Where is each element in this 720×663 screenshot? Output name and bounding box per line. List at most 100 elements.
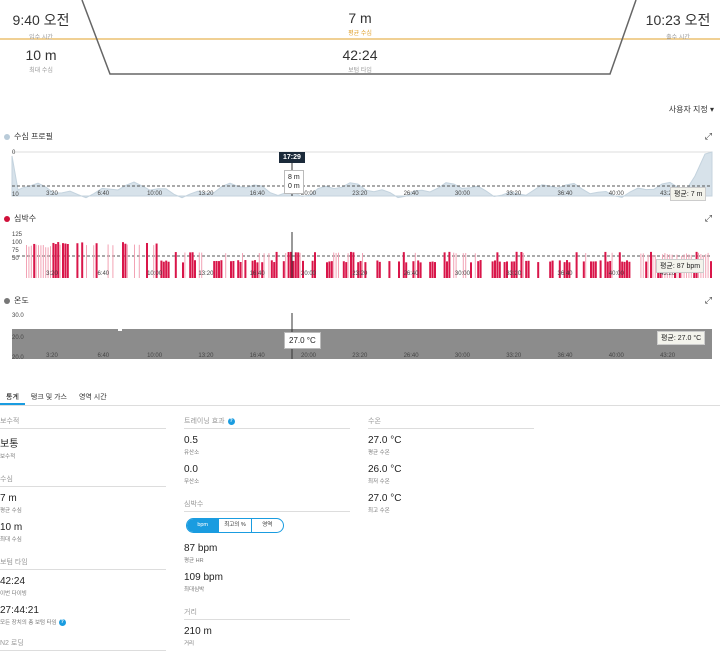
heart-rate-chart[interactable]: 125 100 75 50 3:20 6:40 10:00 13:20 16:40 20:00 23… xyxy=(0,228,720,282)
hr-y-tick: 100 xyxy=(12,240,23,246)
hr-bar xyxy=(28,246,30,278)
help-icon[interactable]: ? xyxy=(227,417,235,425)
hr-bar xyxy=(124,243,127,278)
avg-depth-label: 평균 수심 xyxy=(348,31,372,37)
tab-tanks-gases[interactable]: 탱크 및 가스 xyxy=(25,388,73,405)
hr-bar xyxy=(122,242,124,278)
hr-bar xyxy=(167,261,170,278)
hr-x-tick: 33:20 xyxy=(506,271,522,277)
depth-heading: 수심 xyxy=(0,474,166,487)
depth-y-bottom: 10 xyxy=(12,192,19,198)
hr-bar xyxy=(225,253,227,278)
hr-bar xyxy=(345,262,348,278)
hr-bar xyxy=(189,252,192,278)
hr-bar xyxy=(434,262,436,278)
depth-chart-title-text: 수심 프로필 xyxy=(14,132,54,141)
hr-bar xyxy=(650,251,652,278)
hr-bar xyxy=(496,252,499,278)
hr-avg-label: 평균: 87 bpm xyxy=(656,259,705,273)
hr-bar xyxy=(285,253,287,278)
hr-bar xyxy=(549,261,552,278)
hr-legend-dot xyxy=(4,215,10,222)
conservatism-label: 보수적 xyxy=(0,454,16,460)
temp-x-tick: 3:20 xyxy=(46,353,58,359)
temp-chart-title-text: 온도 xyxy=(14,296,29,305)
bottom-time-heading: 보텀 타임 xyxy=(0,557,166,570)
hr-bar xyxy=(59,244,61,278)
min-water-temp-value: 26.0 °C xyxy=(368,464,402,475)
hr-bar xyxy=(244,260,247,278)
depth-tooltip-line2: 0 m xyxy=(288,183,300,190)
entry-time: 9:40 오전 입수 시간 xyxy=(6,10,76,41)
hr-bar xyxy=(592,261,595,278)
hr-toggle-bpm[interactable]: bpm xyxy=(187,519,220,532)
temperature-chart[interactable]: 30.0 20.0 20.0 3:20 6:40 10:00 13:20 16:40 20:00… xyxy=(0,309,720,363)
depth-tooltip: 8 m 0 m xyxy=(284,170,304,194)
entry-time-value: 9:40 오전 xyxy=(12,12,70,28)
hr-bar xyxy=(93,245,95,278)
depth-x-tick: 3:20 xyxy=(46,191,58,197)
max-water-temp-label: 최고 수온 xyxy=(368,508,390,514)
hr-bar xyxy=(230,261,232,278)
hr-bar xyxy=(551,260,554,278)
max-depth-value: 10 m xyxy=(25,47,57,63)
aerobic-stat: 0.5 유산소 xyxy=(184,435,350,456)
hr-bar xyxy=(707,252,709,278)
stats-tabs: 통계 탱크 및 가스 영역 시간 xyxy=(0,388,720,406)
max-water-temp-stat: 27.0 °C 최고 수온 xyxy=(368,493,534,514)
hr-bar xyxy=(126,244,128,278)
hr-y-tick: 75 xyxy=(12,248,19,254)
hr-bar xyxy=(522,252,524,278)
hr-bar xyxy=(81,242,84,278)
hr-x-tick: 10:00 xyxy=(147,271,163,277)
hr-bar xyxy=(623,261,626,278)
hr-toggle-percent-max[interactable]: 최고의 % xyxy=(219,519,252,532)
tab-stats[interactable]: 통계 xyxy=(0,388,25,405)
hr-bar xyxy=(585,253,587,278)
hr-bar xyxy=(297,252,300,278)
entry-time-label: 입수 시간 xyxy=(29,35,53,41)
depth-x-tick: 23:20 xyxy=(352,191,368,197)
hr-bar xyxy=(419,262,422,278)
hr-bar xyxy=(640,253,642,278)
max-depth-label: 최대 수심 xyxy=(29,68,53,74)
hr-toggle-zones[interactable]: 영역 xyxy=(252,519,283,532)
training-effect-heading: 트레이닝 효과 xyxy=(184,418,225,425)
hr-x-tick: 40:00 xyxy=(609,271,625,277)
help-icon[interactable]: ? xyxy=(58,618,66,626)
avg-depth-value: 7 m xyxy=(348,10,372,26)
bottom-time: 42:24 보텀 타임 xyxy=(320,47,400,74)
temp-avg-label: 평균: 27.0 °C xyxy=(657,331,706,345)
max-water-temp-value: 27.0 °C xyxy=(368,493,402,504)
customize-dropdown[interactable]: 사용자 지정 ▾ xyxy=(669,104,714,115)
depth-x-tick: 6:40 xyxy=(97,191,109,197)
aerobic-label: 유산소 xyxy=(184,450,200,456)
depth-chart-title: 수심 프로필 xyxy=(4,131,53,142)
total-bottom-time-stat: 27:44:21 모든 장치의 총 보텀 타임 ? xyxy=(0,605,166,626)
hr-expand-icon[interactable]: ⤢ xyxy=(705,213,712,224)
hr-x-tick: 23:20 xyxy=(352,271,368,277)
hr-bar xyxy=(376,260,379,278)
conservatism-heading: 보수적 xyxy=(0,416,166,429)
hr-bar xyxy=(338,252,339,278)
max-hr-label: 최대심박 xyxy=(184,587,205,593)
hr-bar xyxy=(498,261,501,278)
depth-x-tick: 30:00 xyxy=(455,191,471,197)
distance-heading: 거리 xyxy=(184,607,350,620)
avg-water-temp-stat: 27.0 °C 평균 수온 xyxy=(368,435,534,456)
depth-x-tick: 13:20 xyxy=(198,191,214,197)
hr-bar xyxy=(134,244,135,278)
temp-expand-icon[interactable]: ⤢ xyxy=(705,295,712,306)
depth-expand-icon[interactable]: ⤢ xyxy=(705,131,712,142)
hr-bar xyxy=(594,261,597,278)
hr-bar xyxy=(292,260,295,278)
hr-bar xyxy=(347,253,349,278)
n2-loading-heading: N2 로딩 xyxy=(0,638,166,651)
temp-y-top: 30.0 xyxy=(12,313,24,319)
tab-zone-time[interactable]: 영역 시간 xyxy=(73,388,113,405)
hr-bar xyxy=(194,260,196,278)
depth-chart[interactable]: 010 3:20 6:40 10:00 13:20 16:40 20:00 23:20 26:4… xyxy=(0,146,720,202)
this-dive-value: 42:24 xyxy=(0,576,26,587)
depth-x-tick: 36:40 xyxy=(557,191,573,197)
hr-bar xyxy=(165,260,168,278)
